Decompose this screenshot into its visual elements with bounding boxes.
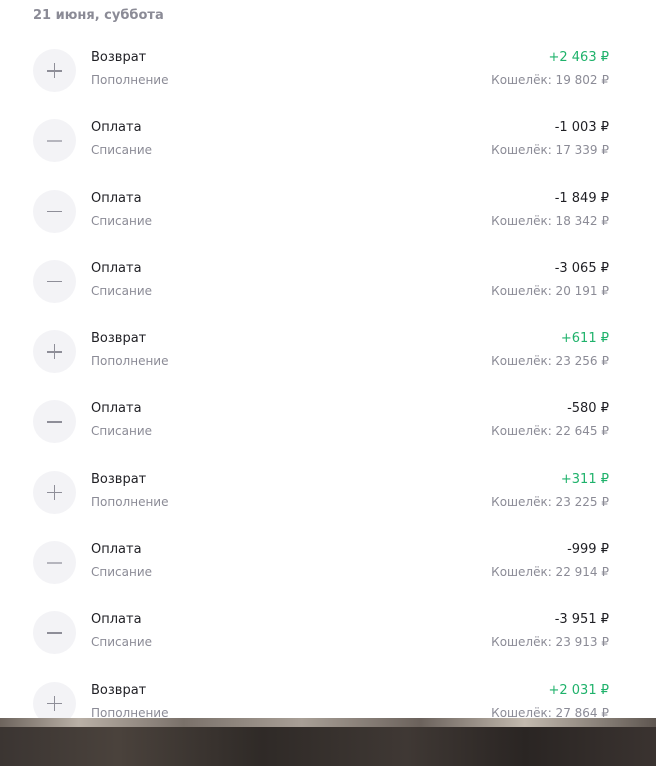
transaction-subtitle: Пополнение [91, 494, 169, 509]
plus-icon [33, 330, 76, 374]
transaction-row[interactable]: Возврат Пополнение +2 463 ₽ Кошелёк: 19 … [0, 42, 656, 112]
transaction-title: Оплата [91, 542, 142, 558]
transaction-amount: -580 ₽ [567, 401, 609, 417]
wallet-balance: Кошелёк: 20 191 ₽ [491, 283, 609, 298]
transaction-row[interactable]: Оплата Списание -999 ₽ Кошелёк: 22 914 ₽ [0, 534, 656, 604]
minus-icon [33, 189, 76, 233]
transaction-amount: +611 ₽ [560, 331, 609, 347]
transaction-subtitle: Пополнение [91, 73, 169, 87]
transaction-amount: -999 ₽ [567, 542, 609, 558]
plus-icon [33, 470, 76, 514]
transaction-subtitle: Списание [91, 635, 153, 650]
background-photo-edge [0, 718, 656, 727]
transaction-title: Оплата [91, 120, 142, 136]
transaction-title: Возврат [91, 50, 147, 65]
wallet-balance: Кошелёк: 23 913 ₽ [491, 635, 609, 650]
transaction-row[interactable]: Возврат Пополнение +611 ₽ Кошелёк: 23 25… [0, 323, 656, 393]
transactions-page: 21 июня, суббота Возврат Пополнение +2 4… [0, 0, 656, 766]
minus-icon [33, 119, 76, 163]
transaction-amount: +2 463 ₽ [548, 50, 609, 65]
wallet-balance: Кошелёк: 22 645 ₽ [491, 424, 609, 439]
transaction-subtitle: Списание [91, 565, 153, 580]
wallet-balance: Кошелёк: 17 339 ₽ [491, 143, 609, 158]
transaction-row[interactable]: Оплата Списание -3 065 ₽ Кошелёк: 20 191… [0, 253, 656, 323]
wallet-balance: Кошелёк: 23 256 ₽ [491, 354, 609, 369]
transaction-subtitle: Списание [91, 213, 153, 228]
transaction-row[interactable]: Оплата Списание -580 ₽ Кошелёк: 22 645 ₽ [0, 393, 656, 463]
transaction-amount: -1 849 ₽ [554, 190, 609, 206]
transaction-amount: +311 ₽ [560, 471, 609, 487]
minus-icon [33, 541, 76, 585]
transaction-title: Оплата [91, 190, 142, 206]
transaction-row[interactable]: Оплата Списание -1 003 ₽ Кошелёк: 17 339… [0, 112, 656, 182]
wallet-balance: Кошелёк: 22 914 ₽ [491, 565, 609, 580]
transaction-amount: -3 951 ₽ [554, 612, 609, 628]
transaction-title: Возврат [91, 682, 147, 698]
transaction-title: Оплата [91, 401, 142, 417]
transaction-row[interactable]: Оплата Списание -3 951 ₽ Кошелёк: 23 913… [0, 604, 656, 674]
background-photo [0, 718, 656, 766]
plus-icon [33, 49, 76, 92]
transaction-amount: -1 003 ₽ [554, 120, 609, 136]
transaction-row[interactable]: Оплата Списание -1 849 ₽ Кошелёк: 18 342… [0, 183, 656, 253]
transaction-title: Возврат [91, 471, 147, 487]
date-header: 21 июня, суббота [33, 8, 164, 23]
transaction-subtitle: Пополнение [91, 354, 169, 369]
wallet-balance: Кошелёк: 19 802 ₽ [491, 73, 609, 87]
transaction-subtitle: Списание [91, 424, 153, 439]
wallet-balance: Кошелёк: 23 225 ₽ [491, 494, 609, 509]
transaction-title: Возврат [91, 331, 147, 347]
transaction-amount: -3 065 ₽ [554, 260, 609, 276]
minus-icon [33, 400, 76, 444]
transaction-subtitle: Списание [91, 283, 153, 298]
minus-icon [33, 611, 76, 655]
transaction-amount: +2 031 ₽ [548, 682, 609, 698]
wallet-balance: Кошелёк: 18 342 ₽ [491, 213, 609, 228]
transaction-row[interactable]: Возврат Пополнение +311 ₽ Кошелёк: 23 22… [0, 464, 656, 534]
transaction-title: Оплата [91, 260, 142, 276]
transaction-title: Оплата [91, 612, 142, 628]
transaction-subtitle: Списание [91, 143, 153, 158]
transaction-list: Возврат Пополнение +2 463 ₽ Кошелёк: 19 … [0, 42, 656, 745]
minus-icon [33, 259, 76, 303]
